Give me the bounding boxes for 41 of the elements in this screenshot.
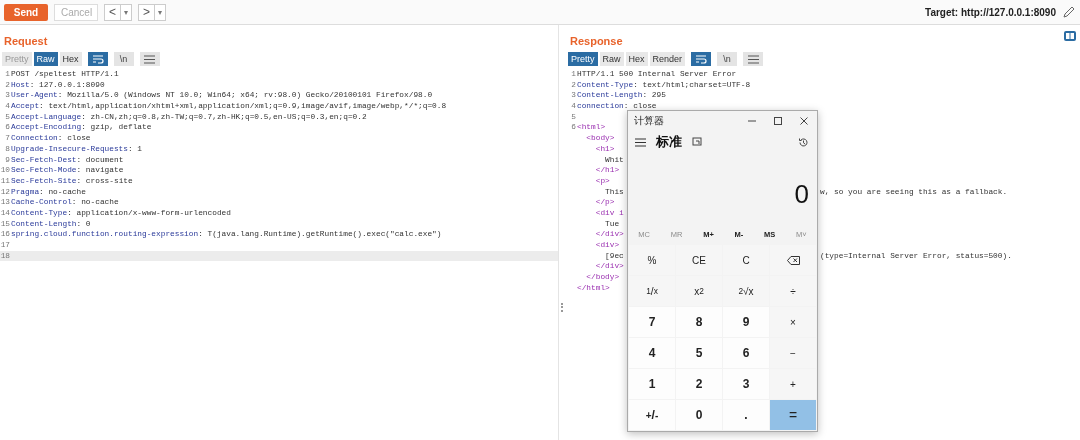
backspace-icon: [786, 255, 800, 265]
calculator-key[interactable]: 0: [676, 400, 722, 430]
menu-icon[interactable]: [635, 137, 646, 147]
view-tab[interactable]: Pretty: [568, 52, 598, 66]
calculator-key[interactable]: 9: [723, 307, 769, 337]
view-tab[interactable]: Hex: [625, 52, 648, 66]
target-label: Target: http://127.0.0.1:8090: [925, 6, 1056, 18]
calculator-key[interactable]: 8: [676, 307, 722, 337]
calculator-key[interactable]: .: [723, 400, 769, 430]
newline-button[interactable]: \n: [717, 52, 738, 66]
calculator-key[interactable]: =: [770, 400, 816, 430]
response-title: Response: [569, 34, 623, 49]
splitter-handle[interactable]: [560, 303, 565, 312]
wrap-button[interactable]: [691, 52, 712, 66]
wrap-button[interactable]: [87, 52, 108, 66]
view-tab[interactable]: Raw: [33, 52, 58, 66]
maximize-icon[interactable]: [773, 115, 783, 126]
newline-button[interactable]: \n: [113, 52, 134, 66]
view-tab[interactable]: Raw: [599, 52, 624, 66]
menu-button[interactable]: [743, 52, 764, 66]
calculator-key[interactable]: 1: [629, 369, 675, 399]
calculator-key[interactable]: 5: [676, 338, 722, 368]
display-value: 0: [793, 178, 810, 211]
back-button[interactable]: < ▾: [104, 3, 132, 21]
window-title: 计算器: [634, 113, 665, 128]
pencil-icon[interactable]: [1062, 5, 1076, 19]
layout-icon[interactable]: [1064, 31, 1076, 41]
calculator-key[interactable]: 4: [629, 338, 675, 368]
forward-button[interactable]: > ▾: [138, 3, 167, 21]
calculator-key[interactable]: 3: [723, 369, 769, 399]
calculator-key[interactable]: 6: [723, 338, 769, 368]
history-icon[interactable]: [798, 136, 809, 148]
mode-title: 标准: [656, 133, 682, 151]
view-tab[interactable]: Render: [649, 52, 686, 66]
close-icon[interactable]: [799, 115, 809, 126]
calculator-key[interactable]: 2: [676, 369, 722, 399]
request-title: Request: [3, 34, 48, 49]
view-tab[interactable]: Hex: [59, 52, 82, 66]
calculator-key[interactable]: 7: [629, 307, 675, 337]
keep-on-top-icon[interactable]: [692, 137, 702, 147]
menu-button[interactable]: [139, 52, 160, 66]
